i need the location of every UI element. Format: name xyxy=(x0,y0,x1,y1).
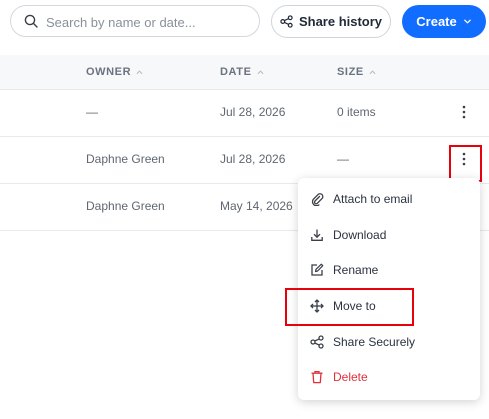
sort-up-icon xyxy=(136,70,143,75)
trash-icon xyxy=(311,370,323,384)
owner-cell: — xyxy=(86,105,98,119)
share-icon xyxy=(310,335,324,349)
move-to-highlight-outline xyxy=(285,288,414,326)
share-history-label: Share history xyxy=(298,14,383,29)
share-icon xyxy=(280,15,293,28)
more-vertical-icon xyxy=(462,105,466,119)
column-header-size[interactable]: SIZE xyxy=(337,66,376,78)
toolbar: Share history Create xyxy=(0,0,489,56)
create-label: Create xyxy=(416,14,457,29)
column-header-owner[interactable]: OWNER xyxy=(86,66,143,78)
table-row[interactable]: — Jul 28, 2026 0 items xyxy=(0,90,489,137)
search-input[interactable] xyxy=(44,12,248,32)
edit-icon xyxy=(311,263,324,276)
table-header: OWNER DATE SIZE xyxy=(0,55,489,90)
paperclip-icon xyxy=(311,193,324,206)
create-button[interactable]: Create xyxy=(402,5,486,38)
search-icon xyxy=(24,14,38,28)
date-cell: May 14, 2026 xyxy=(220,199,293,213)
date-cell: Jul 28, 2026 xyxy=(220,105,286,119)
table-row[interactable]: Daphne Green Jul 28, 2026 — xyxy=(0,137,489,184)
menu-item-download[interactable]: Download xyxy=(298,218,480,252)
menu-item-attach-to-email[interactable]: Attach to email xyxy=(298,182,480,216)
size-cell: — xyxy=(337,152,349,166)
sort-up-icon xyxy=(257,70,264,75)
owner-cell: Daphne Green xyxy=(86,152,165,166)
search-box[interactable] xyxy=(10,5,260,37)
menu-item-rename[interactable]: Rename xyxy=(298,253,480,287)
share-history-button[interactable]: Share history xyxy=(271,5,391,38)
sort-up-icon xyxy=(369,70,376,75)
column-header-date[interactable]: DATE xyxy=(220,66,264,78)
menu-item-delete[interactable]: Delete xyxy=(298,360,480,394)
date-cell: Jul 28, 2026 xyxy=(220,152,286,166)
kebab-highlight-outline xyxy=(449,145,482,182)
chevron-down-icon xyxy=(463,19,471,24)
size-cell: 0 items xyxy=(337,105,376,119)
download-icon xyxy=(311,229,323,241)
owner-cell: Daphne Green xyxy=(86,199,165,213)
more-options-button[interactable] xyxy=(452,100,476,124)
menu-item-share-securely[interactable]: Share Securely xyxy=(298,325,480,359)
